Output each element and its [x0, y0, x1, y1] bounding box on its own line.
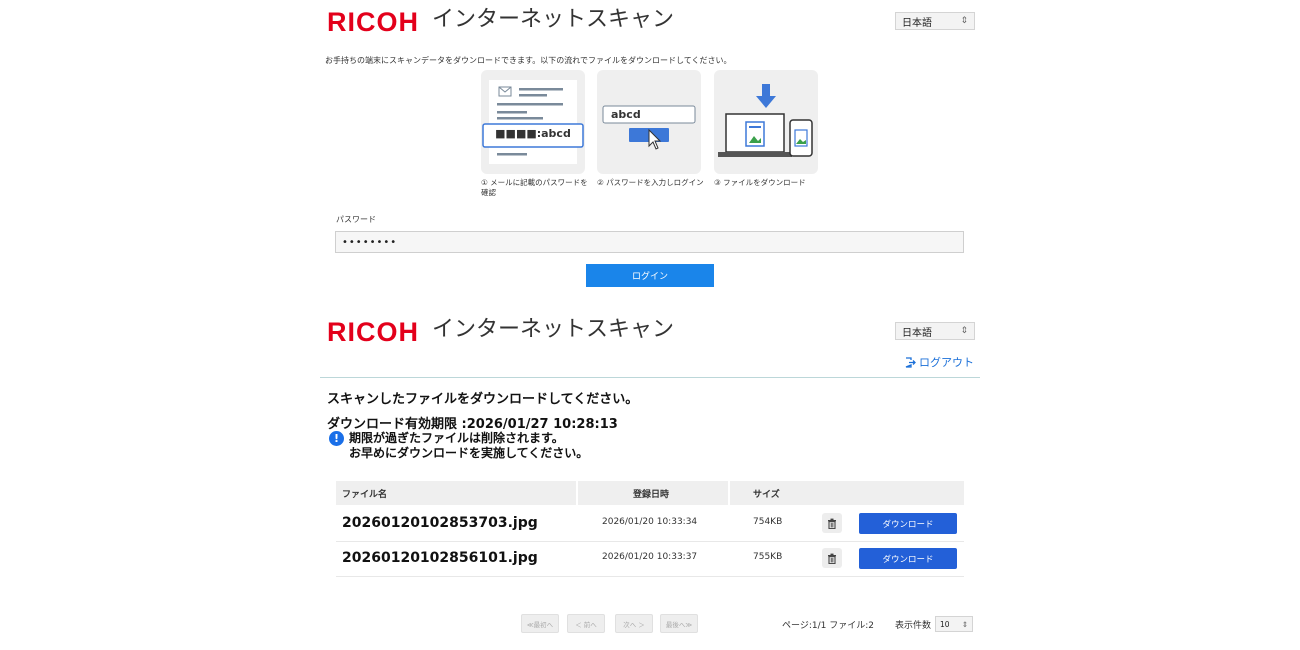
notice-line-1: 期限が過ぎたファイルは削除されます。: [349, 431, 564, 445]
download-devices-icon: [718, 84, 813, 157]
step-1-illustration: ■■■■:abcd: [481, 70, 585, 174]
chevron-updown-icon: ⇕: [960, 326, 968, 336]
app-title: インターネットスキャン: [432, 7, 675, 32]
intro-text: お手持ちの端末にスキャンデータをダウンロードできます。以下の流れでファイルをダウ…: [325, 56, 732, 65]
column-header-filename: ファイル名: [342, 490, 388, 500]
step-1-caption: ① メールに記載のパスワードを確認: [481, 178, 588, 197]
row-1-size: 754KB: [753, 517, 783, 527]
step-1-example-text: ■■■■:abcd: [495, 127, 571, 140]
step-3-illustration: [714, 70, 818, 174]
trash-icon: [828, 553, 836, 564]
row-divider: [336, 576, 964, 577]
header-divider: [320, 377, 980, 378]
pagination-next-button[interactable]: 次へ ＞: [615, 614, 653, 633]
pagination-first-button[interactable]: ≪最初へ: [521, 614, 559, 633]
row-1-delete-button[interactable]: [822, 513, 842, 533]
chevron-updown-icon: ⇕: [961, 619, 968, 629]
logout-link[interactable]: ログアウト: [905, 354, 974, 370]
password-label: パスワード: [336, 215, 376, 224]
pagination-prev-button[interactable]: ＜ 前へ: [567, 614, 605, 633]
step-2-caption: ② パスワードを入力しログイン: [597, 178, 704, 187]
login-button[interactable]: ログイン: [586, 264, 714, 287]
pagination-last-button[interactable]: 最後へ≫: [660, 614, 698, 633]
row-1-date: 2026/01/20 10:33:34: [602, 517, 698, 527]
pagination-info: ページ:1/1 ファイル:2: [782, 621, 874, 631]
row-divider: [336, 541, 964, 542]
trash-icon: [828, 518, 836, 529]
row-2-download-button[interactable]: ダウンロード: [859, 548, 957, 569]
column-header-date: 登録日時: [633, 490, 670, 500]
download-heading: スキャンしたファイルをダウンロードしてください。: [327, 392, 639, 407]
logout-icon: [905, 356, 916, 368]
step-2-illustration: abcd: [597, 70, 701, 174]
row-2-delete-button[interactable]: [822, 548, 842, 568]
row-2-size: 755KB: [753, 552, 783, 562]
notice-line-2: お早めにダウンロードを実施してください。: [349, 446, 589, 460]
column-header-size: サイズ: [753, 490, 780, 500]
row-1-download-button[interactable]: ダウンロード: [859, 513, 957, 534]
step-2-example-text: abcd: [611, 108, 641, 121]
language-select-2[interactable]: 日本語 ⇕: [895, 322, 975, 340]
ricoh-logo-2: RICOH: [327, 317, 419, 347]
ricoh-logo: RICOH: [327, 7, 419, 37]
info-icon: !: [329, 431, 344, 446]
step-3-caption: ③ ファイルをダウンロード: [714, 178, 806, 187]
per-page-select[interactable]: 10 ⇕: [935, 616, 973, 632]
language-select[interactable]: 日本語 ⇕: [895, 12, 975, 30]
row-2-date: 2026/01/20 10:33:37: [602, 552, 698, 562]
row-1-filename: 20260120102853703.jpg: [342, 515, 538, 531]
app-title-2: インターネットスキャン: [432, 317, 675, 342]
password-input[interactable]: ••••••••: [335, 231, 964, 253]
per-page-label: 表示件数: [895, 621, 932, 631]
expiry-label: ダウンロード有効期限 :2026/01/27 10:28:13: [327, 417, 618, 432]
row-2-filename: 20260120102856101.jpg: [342, 550, 538, 566]
chevron-updown-icon: ⇕: [960, 16, 968, 26]
